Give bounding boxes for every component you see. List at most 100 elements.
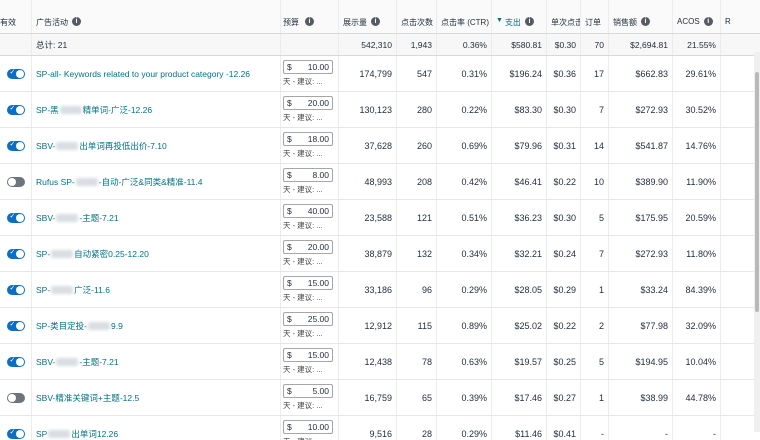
clicks-cell: 96 — [397, 272, 437, 307]
col-spend-header[interactable]: ▼ 支出 i — [492, 0, 547, 33]
budget-input[interactable]: $18.00 — [283, 132, 333, 146]
totals-sales: $2,694.81 — [609, 34, 673, 55]
check-icon: ✓ — [9, 428, 16, 436]
budget-cell: $8.00 天 - 建议: ... — [281, 164, 339, 199]
info-icon[interactable]: i — [524, 17, 534, 26]
campaign-link[interactable]: SP- 自动紧密0.25-12.20 — [36, 248, 149, 260]
col-ctr-header[interactable]: 点击率 (CTR) — [437, 0, 492, 33]
active-toggle[interactable]: ✓ — [6, 140, 25, 151]
active-toggle[interactable]: ✓ — [6, 212, 25, 223]
active-toggle[interactable] — [6, 176, 25, 187]
budget-input[interactable]: $8.00 — [283, 168, 333, 182]
table-row: SBV-精准关键词+主题-12.5 $5.00 天 - 建议: ... 16,7… — [0, 380, 760, 416]
spend-cell: $32.21 — [492, 236, 547, 271]
active-cell: ✓ — [0, 344, 32, 379]
budget-cell: $10.00 天 - 建议: ... — [281, 56, 339, 91]
col-active-header[interactable]: 有效 — [0, 0, 32, 33]
active-cell: ✓ — [0, 200, 32, 235]
campaign-link[interactable]: SP-类目定投- 9.9 — [36, 320, 123, 332]
col-sales-header[interactable]: 销售额 i — [609, 0, 673, 33]
vertical-scrollbar[interactable] — [754, 52, 760, 432]
totals-label: 总计: 21 — [32, 34, 281, 55]
campaign-name-part-b: 自动紧密0.25-12.20 — [74, 248, 149, 259]
active-toggle[interactable] — [6, 392, 25, 403]
sales-cell: - — [609, 416, 673, 440]
campaign-link[interactable]: SBV- 出单词再投低出价-7.10 — [36, 140, 167, 152]
clicks-cell: 115 — [397, 308, 437, 343]
ctr-cell: 0.42% — [437, 164, 492, 199]
budget-amount: 25.00 — [307, 314, 329, 324]
budget-suggestion: 天 - 建议: ... — [283, 77, 323, 86]
campaign-name-part-a: SP-类目定投- — [36, 320, 88, 331]
active-toggle[interactable]: ✓ — [6, 68, 25, 79]
budget-input[interactable]: $10.00 — [283, 420, 333, 434]
active-toggle[interactable]: ✓ — [6, 428, 25, 439]
toggle-knob — [15, 429, 24, 438]
toggle-knob — [7, 393, 16, 402]
info-icon[interactable]: i — [371, 17, 380, 26]
toggle-knob — [15, 213, 24, 222]
active-cell: ✓ — [0, 236, 32, 271]
active-toggle[interactable]: ✓ — [6, 248, 25, 259]
info-icon[interactable]: i — [641, 17, 650, 26]
campaign-link[interactable]: SBV- -主题-7.21 — [36, 212, 119, 224]
budget-cell: $5.00 天 - 建议: ... — [281, 380, 339, 415]
campaign-link[interactable]: SP-黑 精单词-广泛-12.26 — [36, 104, 152, 116]
redacted-block — [56, 214, 79, 223]
active-toggle[interactable]: ✓ — [6, 284, 25, 295]
spend-cell: $36.23 — [492, 200, 547, 235]
impressions-cell: 23,588 — [339, 200, 397, 235]
budget-input[interactable]: $5.00 — [283, 384, 333, 398]
acos-cell: 30.52% — [673, 92, 721, 127]
acos-cell: 14.76% — [673, 128, 721, 163]
col-acos-header[interactable]: ACOS i — [673, 0, 721, 33]
redacted-block — [51, 286, 74, 295]
budget-input[interactable]: $15.00 — [283, 276, 333, 290]
campaign-name-part-a: SP-all- Keywords related to your product… — [36, 68, 251, 79]
acos-cell: 44.78% — [673, 380, 721, 415]
spend-cell: $17.46 — [492, 380, 547, 415]
orders-cell: 2 — [581, 308, 609, 343]
budget-amount: 20.00 — [307, 242, 329, 252]
budget-input[interactable]: $40.00 — [283, 204, 333, 218]
active-toggle[interactable]: ✓ — [6, 320, 25, 331]
campaign-name-part-a: Rufus SP- — [36, 176, 75, 187]
budget-input[interactable]: $15.00 — [283, 348, 333, 362]
active-toggle[interactable]: ✓ — [6, 104, 25, 115]
sales-cell: $541.87 — [609, 128, 673, 163]
campaign-link[interactable]: SP 出单词12.26 — [36, 428, 118, 440]
campaign-link[interactable]: SBV-精准关键词+主题-12.5 — [36, 392, 139, 404]
budget-input[interactable]: $20.00 — [283, 96, 333, 110]
campaign-link[interactable]: SP- 广泛-11.6 — [36, 284, 110, 296]
budget-suggestion: 天 - 建议: ... — [283, 221, 323, 230]
cpc-cell: $0.22 — [547, 164, 581, 199]
col-impressions-header[interactable]: 展示量 i — [339, 0, 397, 33]
spend-cell: $25.02 — [492, 308, 547, 343]
info-icon[interactable]: i — [305, 17, 314, 26]
toggle-knob — [15, 357, 24, 366]
campaign-link[interactable]: SP-all- Keywords related to your product… — [36, 69, 250, 79]
col-orders-header[interactable]: 订单 — [581, 0, 609, 33]
clicks-cell: 65 — [397, 380, 437, 415]
campaign-link[interactable]: SBV- -主题-7.21 — [36, 356, 119, 368]
active-toggle[interactable]: ✓ — [6, 356, 25, 367]
budget-currency: $ — [287, 314, 292, 324]
campaign-cell: SP 出单词12.26 — [32, 416, 281, 440]
budget-input[interactable]: $20.00 — [283, 240, 333, 254]
budget-input[interactable]: $25.00 — [283, 312, 333, 326]
cpc-cell: $0.25 — [547, 344, 581, 379]
col-campaign-header[interactable]: 广告活动 i — [32, 0, 281, 33]
ctr-cell: 0.22% — [437, 92, 492, 127]
col-acos-label: ACOS — [677, 17, 700, 26]
budget-cell: $20.00 天 - 建议: ... — [281, 236, 339, 271]
col-extra-header[interactable]: R — [721, 0, 760, 33]
budget-input[interactable]: $10.00 — [283, 60, 333, 74]
scrollbar-thumb[interactable] — [755, 72, 759, 312]
info-icon[interactable]: i — [703, 17, 713, 26]
budget-cell: $10.00 天 - 建议: ... — [281, 416, 339, 440]
col-clicks-header[interactable]: 点击次数 — [397, 0, 437, 33]
campaign-link[interactable]: Rufus SP- -自动-广泛&同类&精准-11.4 — [36, 176, 203, 188]
col-cpc-header[interactable]: 单次点击 — [547, 0, 581, 33]
col-budget-header[interactable]: 预算 i — [281, 0, 339, 33]
info-icon[interactable]: i — [72, 17, 81, 26]
